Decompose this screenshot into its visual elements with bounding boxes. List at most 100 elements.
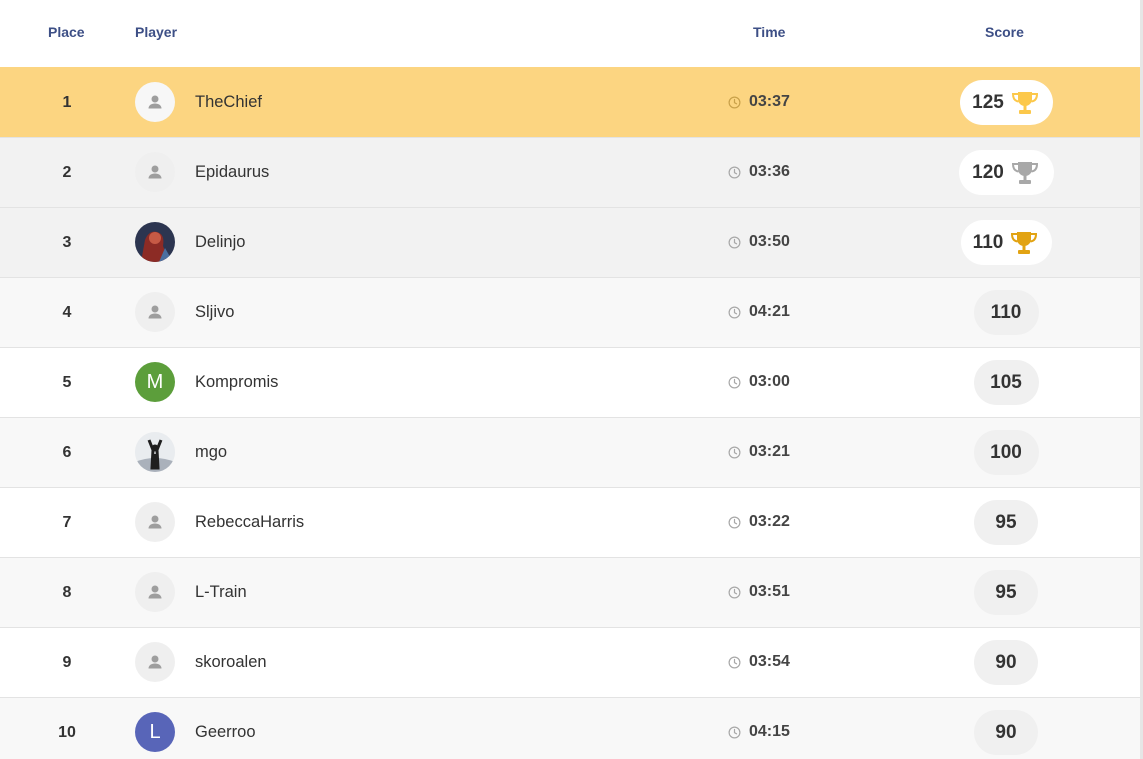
player-name[interactable]: Delinjo (195, 208, 245, 277)
table-row[interactable]: 8 L-Train 03:51 95 (0, 557, 1140, 627)
time-value: 03:51 (749, 583, 790, 600)
clock-icon (728, 726, 749, 739)
score-value: 120 (972, 161, 1004, 183)
header-score[interactable]: Score (985, 24, 1024, 40)
player-name[interactable]: TheChief (195, 68, 262, 137)
place-cell: 4 (62, 304, 72, 321)
trophy-icon (1003, 230, 1039, 256)
score-badge: 125 (959, 80, 1053, 125)
place-cell: 1 (62, 94, 72, 111)
place-cell: 8 (62, 584, 72, 601)
score-value: 110 (990, 301, 1022, 323)
user-icon (146, 93, 164, 111)
player-name[interactable]: Epidaurus (195, 138, 269, 207)
time-value: 03:36 (749, 163, 790, 180)
player-name[interactable]: mgo (195, 418, 227, 487)
player-name[interactable]: RebeccaHarris (195, 488, 304, 557)
header-time[interactable]: Time (753, 24, 785, 40)
avatar[interactable]: M (135, 362, 175, 402)
time-value: 03:54 (749, 653, 790, 670)
score-badge: 110 (960, 220, 1052, 265)
score-value: 125 (972, 91, 1004, 113)
table-row[interactable]: 9 skoroalen 03:54 90 (0, 627, 1140, 697)
trophy-icon (1004, 160, 1040, 186)
score-badge: 110 (973, 290, 1039, 335)
score-badge: 120 (958, 150, 1054, 195)
place-cell: 5 (62, 374, 72, 391)
place-cell: 9 (62, 654, 72, 671)
time-cell: 03:36 (728, 162, 790, 182)
score-badge: 90 (974, 640, 1038, 685)
time-value: 03:50 (749, 233, 790, 250)
clock-icon (728, 446, 749, 459)
clock-icon (728, 656, 749, 669)
header-place[interactable]: Place (48, 24, 85, 40)
table-row[interactable]: 10 L Geerroo 04:15 90 (0, 697, 1140, 759)
avatar[interactable] (135, 222, 175, 262)
score-value: 95 (995, 511, 1017, 533)
place-cell: 6 (62, 444, 72, 461)
leaderboard: Place Player Time Score 1 TheChief 03:37 12… (0, 0, 1140, 759)
avatar[interactable]: L (135, 712, 175, 752)
time-cell: 03:22 (728, 512, 790, 532)
score-value: 100 (990, 441, 1022, 463)
avatar-letter: L (149, 720, 161, 743)
avatar[interactable] (135, 572, 175, 612)
table-row[interactable]: 5 M Kompromis 03:00 105 (0, 347, 1140, 417)
table-row[interactable]: 4 Sljivo 04:21 110 (0, 277, 1140, 347)
clock-icon (728, 96, 749, 109)
time-cell: 03:37 (728, 92, 790, 112)
time-cell: 03:50 (728, 232, 790, 252)
time-value: 03:00 (749, 373, 790, 390)
clock-icon (728, 516, 749, 529)
score-badge: 95 (974, 570, 1038, 615)
time-value: 03:37 (749, 93, 790, 110)
score-value: 105 (990, 371, 1022, 393)
score-badge: 95 (974, 500, 1038, 545)
leaderboard-header: Place Player Time Score (0, 0, 1140, 67)
score-value: 110 (972, 231, 1004, 253)
time-cell: 03:21 (728, 442, 790, 462)
user-icon (146, 513, 164, 531)
score-badge: 90 (974, 710, 1038, 755)
avatar[interactable] (135, 502, 175, 542)
user-icon (146, 163, 164, 181)
leaderboard-rows: 1 TheChief 03:37 125 2 Epidaurus 03:36 120 3 Deli… (0, 67, 1140, 759)
avatar[interactable] (135, 292, 175, 332)
player-name[interactable]: Geerroo (195, 698, 256, 759)
time-cell: 03:51 (728, 582, 790, 602)
table-row[interactable]: 3 Delinjo 03:50 110 (0, 207, 1140, 277)
time-cell: 03:54 (728, 652, 790, 672)
table-row[interactable]: 6 mgo 03:21 100 (0, 417, 1140, 487)
clock-icon (728, 236, 749, 249)
player-name[interactable]: L-Train (195, 558, 247, 627)
avatar-photo (135, 432, 175, 472)
user-icon (146, 653, 164, 671)
header-player[interactable]: Player (135, 24, 177, 40)
player-name[interactable]: Sljivo (195, 278, 234, 347)
place-cell: 2 (62, 164, 72, 181)
time-cell: 04:21 (728, 302, 790, 322)
score-badge: 105 (973, 360, 1039, 405)
place-cell: 7 (62, 514, 72, 531)
time-cell: 03:00 (728, 372, 790, 392)
score-value: 95 (995, 581, 1017, 603)
avatar[interactable] (135, 152, 175, 192)
avatar[interactable] (135, 432, 175, 472)
avatar[interactable] (135, 82, 175, 122)
player-name[interactable]: Kompromis (195, 348, 278, 417)
table-row[interactable]: 2 Epidaurus 03:36 120 (0, 137, 1140, 207)
table-row[interactable]: 7 RebeccaHarris 03:22 95 (0, 487, 1140, 557)
user-icon (146, 583, 164, 601)
avatar[interactable] (135, 642, 175, 682)
score-value: 90 (995, 651, 1017, 673)
table-row[interactable]: 1 TheChief 03:37 125 (0, 67, 1140, 137)
avatar-photo (135, 222, 175, 262)
user-icon (146, 303, 164, 321)
clock-icon (728, 586, 749, 599)
player-name[interactable]: skoroalen (195, 628, 267, 697)
avatar-letter: M (146, 370, 164, 393)
clock-icon (728, 306, 749, 319)
score-value: 90 (995, 721, 1017, 743)
trophy-icon (1004, 90, 1040, 116)
